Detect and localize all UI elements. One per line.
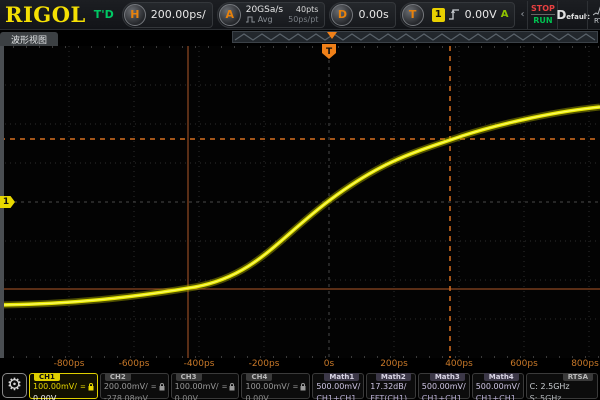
dc-coupling-icon: = <box>222 381 227 393</box>
trigger-level-value: 0.00V <box>465 8 497 21</box>
trigger-control[interactable]: T 1 0.00V A <box>400 2 516 28</box>
horizontal-timebase-control[interactable]: H 200.00ps/ <box>122 2 213 28</box>
acquisition-control[interactable]: A 20GSa/s Avg 40pts 50ps/pt <box>217 2 326 28</box>
lock-icon <box>300 383 306 391</box>
rigol-logo: RIGOL <box>0 2 92 27</box>
rtsa-label: RTSA <box>594 17 600 25</box>
default-button[interactable]: Default <box>557 1 587 29</box>
memory-overview-strip[interactable] <box>232 31 598 43</box>
math4-scale: 500.00mV/ <box>476 381 520 393</box>
rtsa-center-freq: C: 2.5GHz <box>530 381 594 393</box>
time-tick: 800ps <box>571 359 599 369</box>
ch4-tab: CH4 <box>246 373 272 381</box>
ch3-offset: 0.00V <box>175 393 236 400</box>
waveform-plot <box>0 46 600 358</box>
channel-box-ch1[interactable]: CH1 100.00mV/= 0.00V <box>29 373 98 399</box>
time-tick: -800ps <box>54 359 85 369</box>
ch4-offset: 0.00V <box>245 393 306 400</box>
waveform-view-tab[interactable]: 波形视图 <box>0 32 58 46</box>
delay-value: 0.00s <box>358 8 388 21</box>
math-box-math2[interactable]: Math2 17.32dB/ FFT(CH1) <box>366 373 416 399</box>
rising-edge-icon <box>448 8 461 21</box>
ch1-tab: CH1 <box>34 373 60 381</box>
rtsa-box[interactable]: RTSA C: 2.5GHz S: 5GHz <box>526 373 598 399</box>
ch2-offset: -278.08mV <box>104 393 165 400</box>
timebase-value: 200.00ps/ <box>151 8 206 21</box>
collapse-arrow[interactable]: ‹ <box>520 9 524 20</box>
time-axis: -800ps -600ps -400ps -200ps 0s 200ps 400… <box>0 358 600 371</box>
ch1-offset: 0.00V <box>33 393 94 400</box>
math1-expr: CH1+CH1 <box>316 393 360 400</box>
time-tick: -400ps <box>184 359 215 369</box>
math4-expr: CH1+CH1 <box>476 393 520 400</box>
stop-label: STOP <box>531 4 555 15</box>
cursor-lines <box>0 46 600 358</box>
spectrum-icon <box>593 5 600 16</box>
math-box-math1[interactable]: Math1 500.00mV/ CH1+CH1 <box>312 373 364 399</box>
h-knob[interactable]: H <box>124 4 146 26</box>
math3-scale: 500.00mV/ <box>422 381 466 393</box>
run-stop-button[interactable]: STOP RUN <box>527 1 557 29</box>
dc-coupling-icon: = <box>151 381 156 393</box>
pulse-icon <box>246 16 256 23</box>
rtsa-tab: RTSA <box>563 373 593 381</box>
rtsa-span: S: 5GHz <box>530 393 594 400</box>
time-per-point: 50ps/pt <box>288 15 318 25</box>
dc-coupling-icon: = <box>292 381 297 393</box>
time-tick: -600ps <box>119 359 150 369</box>
graticule: T 1 <box>0 46 600 358</box>
acq-mode: Avg <box>258 15 273 25</box>
math2-scale: 17.32dB/ <box>370 381 412 393</box>
math-box-math4[interactable]: Math4 500.00mV/ CH1+CH1 <box>472 373 524 399</box>
delay-control[interactable]: D 0.00s <box>329 2 395 28</box>
lock-icon <box>88 383 94 391</box>
t-knob[interactable]: T <box>402 4 424 26</box>
main-menu-button[interactable]: ⚙ <box>2 373 27 398</box>
channel-box-ch4[interactable]: CH4 100.00mV/= 0.00V <box>241 373 310 399</box>
ch1-waveform <box>0 107 600 305</box>
math1-scale: 500.00mV/ <box>316 381 360 393</box>
time-tick: 200ps <box>380 359 408 369</box>
top-toolbar: RIGOL T'D H 200.00ps/ A 20GSa/s Avg 40pt… <box>0 0 600 30</box>
math3-tab: Math3 <box>430 373 465 381</box>
dc-coupling-icon: = <box>80 381 85 393</box>
time-tick: 400ps <box>445 359 473 369</box>
math-box-math3[interactable]: Math3 500.00mV/ CH1+CH1 <box>418 373 470 399</box>
sample-rate: 20GSa/s <box>246 5 283 15</box>
math2-tab: Math2 <box>376 373 411 381</box>
run-label: RUN <box>533 15 552 25</box>
time-tick: 0s <box>324 359 334 369</box>
default-label: Default <box>556 8 589 22</box>
math3-expr: CH1+CH1 <box>422 393 466 400</box>
rtsa-button[interactable]: RTSA <box>587 1 600 29</box>
trigger-status-label: T'D <box>92 8 120 21</box>
math2-expr: FFT(CH1) <box>370 393 412 400</box>
ch2-tab: CH2 <box>105 373 131 381</box>
channel-box-ch3[interactable]: CH3 100.00mV/= 0.00V <box>171 373 240 399</box>
time-tick: -200ps <box>249 359 280 369</box>
channel-box-ch2[interactable]: CH2 200.00mV/= -278.08mV <box>100 373 169 399</box>
overview-waveform <box>233 32 597 42</box>
d-knob[interactable]: D <box>331 4 353 26</box>
lock-icon <box>229 383 235 391</box>
overview-trigger-marker[interactable] <box>327 32 337 39</box>
math1-tab: Math1 <box>324 373 359 381</box>
memory-depth: 40pts <box>296 5 319 15</box>
bottom-bar: ⚙ CH1 100.00mV/= 0.00V CH2 200.00mV/= -2… <box>0 371 600 400</box>
a-knob[interactable]: A <box>219 4 241 26</box>
math4-tab: Math4 <box>484 373 519 381</box>
time-tick: 600ps <box>510 359 538 369</box>
trigger-sweep-mode: A <box>501 9 509 20</box>
lock-icon <box>159 383 165 391</box>
oscilloscope-screen: RIGOL T'D H 200.00ps/ A 20GSa/s Avg 40pt… <box>0 0 600 400</box>
ch3-tab: CH3 <box>176 373 202 381</box>
trigger-source-badge[interactable]: 1 <box>432 8 445 22</box>
